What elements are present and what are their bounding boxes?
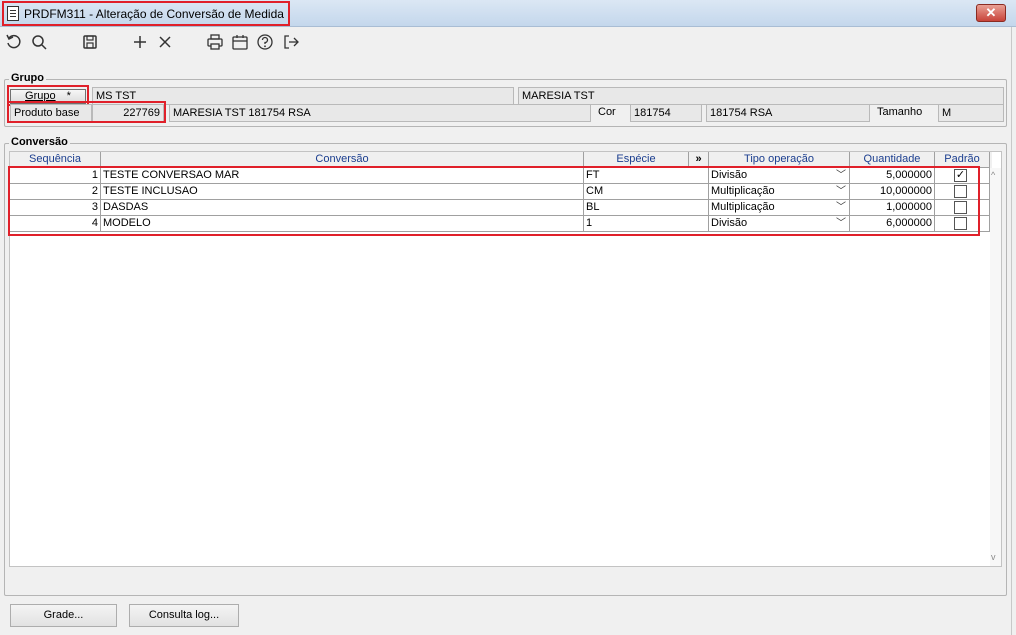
- cor-code-field[interactable]: 181754: [630, 104, 702, 122]
- cor-desc-field[interactable]: 181754 RSA: [706, 104, 870, 122]
- window-title: PRDFM311 - Alteração de Conversão de Med…: [24, 6, 284, 21]
- grid-rows-highlight: [8, 166, 980, 236]
- print-icon[interactable]: [205, 32, 225, 52]
- scroll-up-icon[interactable]: ^: [991, 170, 995, 180]
- calendar-icon[interactable]: [230, 32, 250, 52]
- delete-icon[interactable]: [155, 32, 175, 52]
- tamanho-label: Tamanho: [877, 106, 923, 118]
- exit-icon[interactable]: [281, 32, 301, 52]
- add-icon[interactable]: [130, 32, 150, 52]
- tamanho-field[interactable]: M: [938, 104, 1004, 122]
- document-icon: [7, 6, 19, 21]
- cor-label: Cor: [598, 106, 616, 118]
- save-icon[interactable]: [80, 32, 100, 52]
- grupo-section-title: Grupo: [9, 72, 46, 84]
- produto-base-highlight: [7, 101, 166, 123]
- refresh-icon[interactable]: [4, 32, 24, 52]
- window-title-highlight: PRDFM311 - Alteração de Conversão de Med…: [2, 1, 290, 26]
- produto-base-desc-field[interactable]: MARESIA TST 181754 RSA: [169, 104, 591, 122]
- consulta-log-button[interactable]: Consulta log...: [129, 604, 239, 627]
- toolbar: [0, 28, 1010, 56]
- help-icon[interactable]: [255, 32, 275, 52]
- scroll-down-icon[interactable]: v: [991, 552, 996, 562]
- grade-button[interactable]: Grade...: [10, 604, 117, 627]
- close-button[interactable]: ✕: [976, 4, 1006, 22]
- grupo-name-field[interactable]: MARESIA TST: [518, 87, 1004, 105]
- vertical-scrollbar[interactable]: ^ v: [990, 168, 1001, 566]
- conversao-section-title: Conversão: [9, 136, 70, 148]
- search-icon[interactable]: [29, 32, 49, 52]
- title-bar: PRDFM311 - Alteração de Conversão de Med…: [0, 0, 1016, 27]
